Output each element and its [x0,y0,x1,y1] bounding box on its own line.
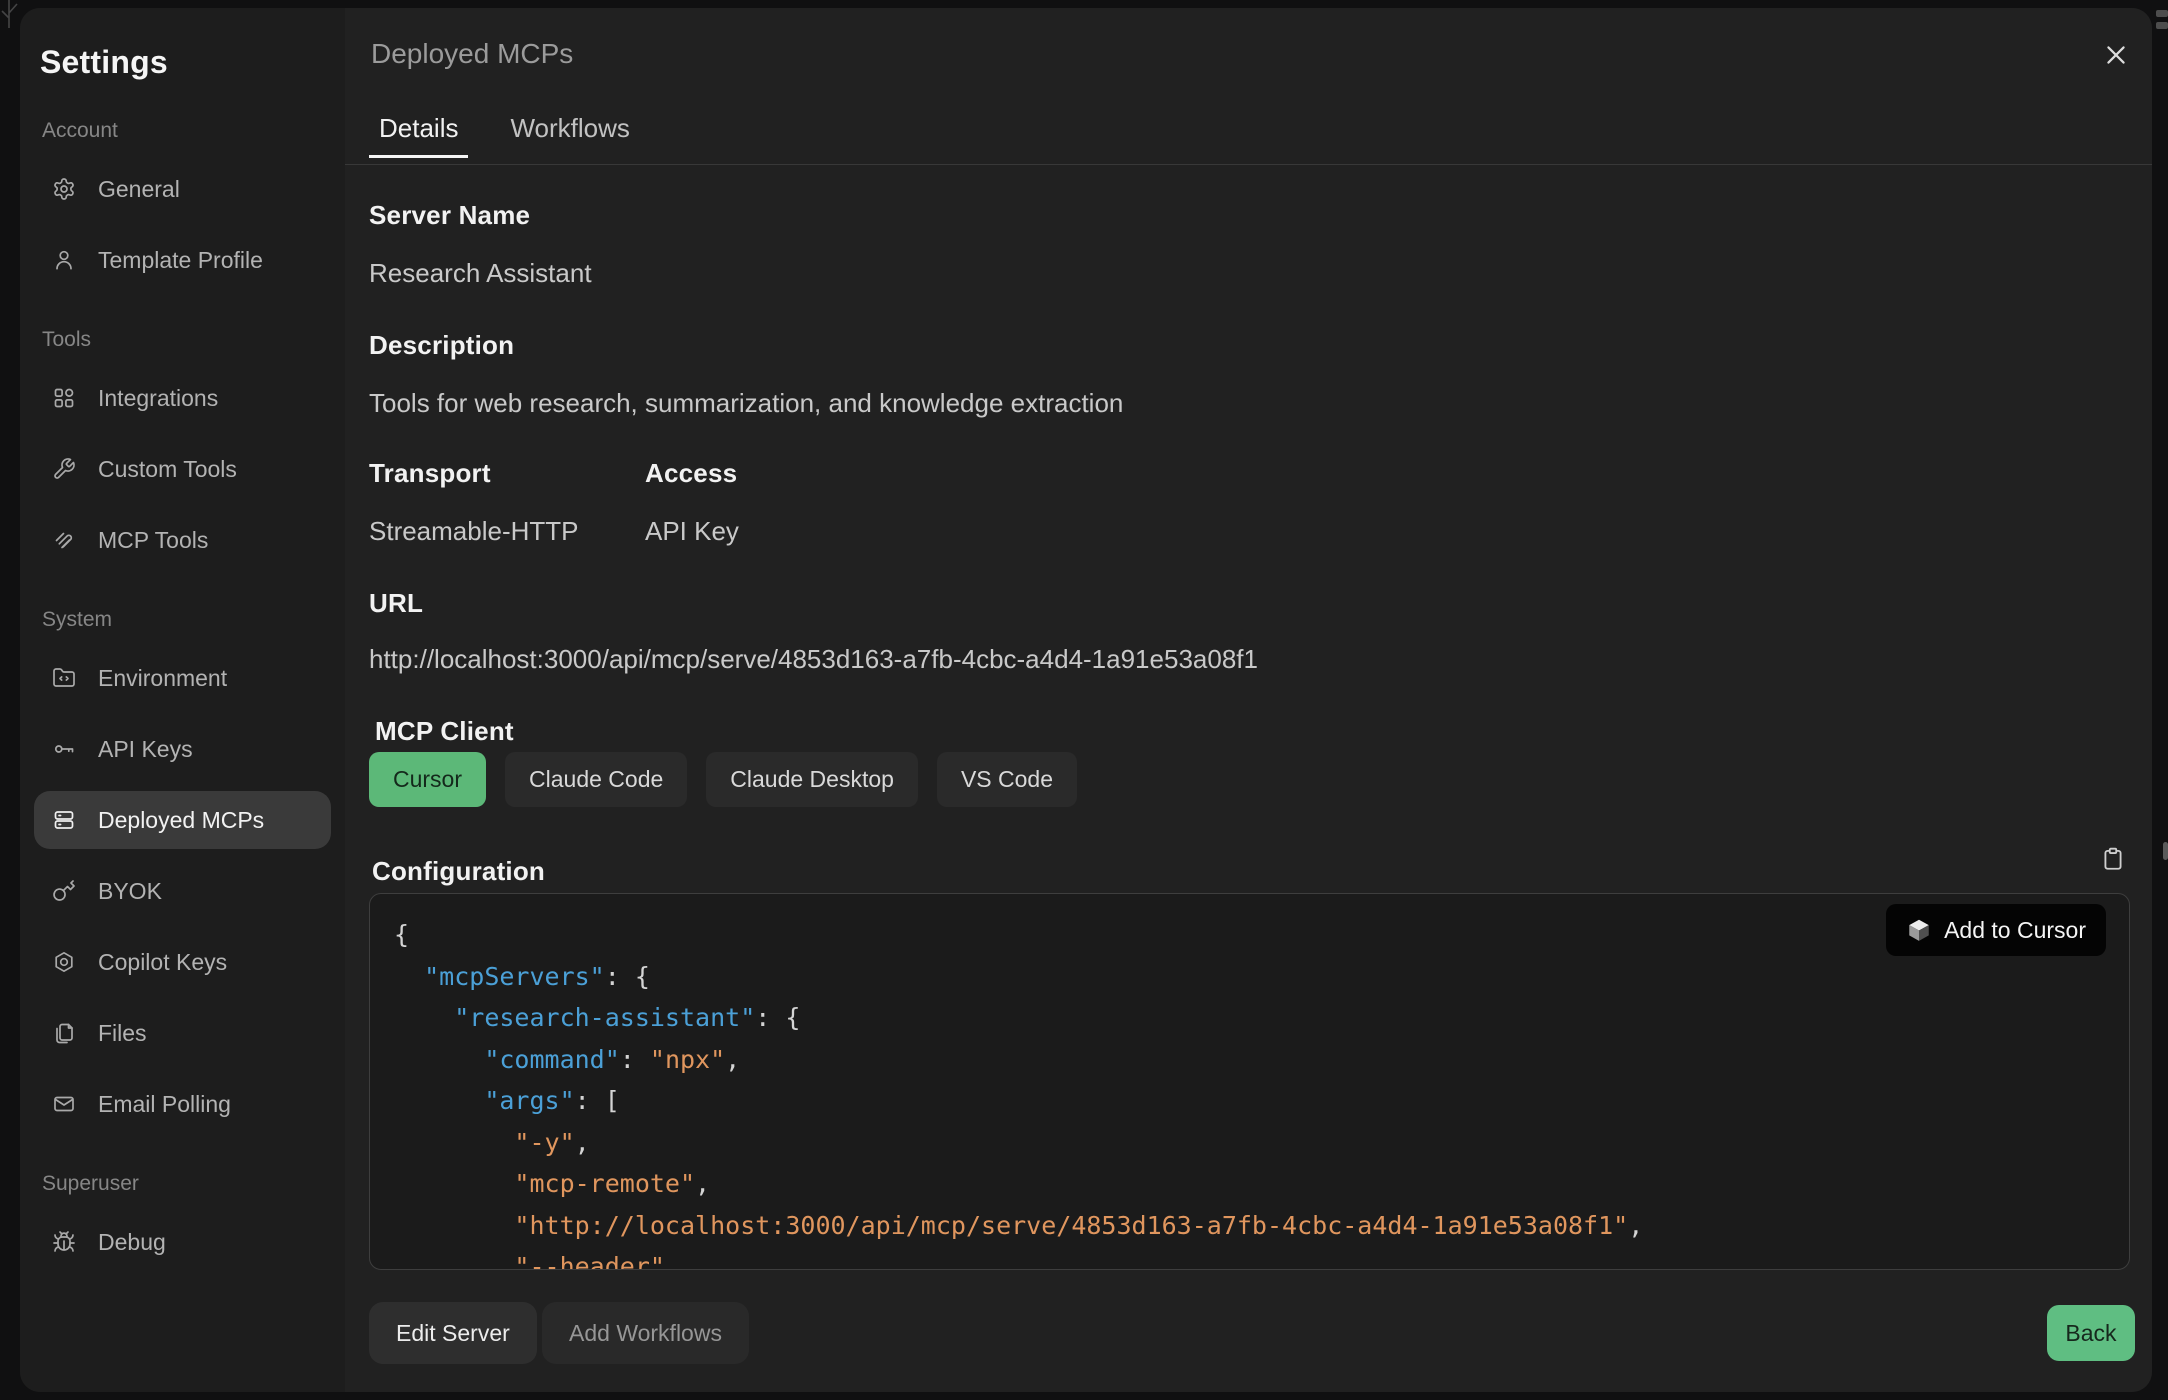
server-name-label: Server Name [369,200,530,231]
folder-code-icon [52,666,76,690]
sidebar-section-header: System [42,607,331,633]
sidebar-item-email-polling[interactable]: Email Polling [34,1075,331,1133]
tab-bar: Details Workflows [369,102,640,158]
deployed-mcps-panel: Deployed MCPs Details Workflows Server N… [345,8,2152,1392]
sidebar-item-label: General [98,176,180,203]
sidebar-item-label: Template Profile [98,247,263,274]
sidebar-item-files[interactable]: Files [34,1004,331,1062]
back-button[interactable]: Back [2047,1305,2135,1361]
add-to-cursor-button[interactable]: Add to Cursor [1886,904,2106,956]
transport-label: Transport [369,458,491,489]
background-text-bar [2156,10,2168,17]
url-label: URL [369,588,423,619]
tab-details[interactable]: Details [369,102,468,158]
screen: Settings Account General Template Profile T… [0,0,2168,1400]
sidebar-item-environment[interactable]: Environment [34,649,331,707]
cursor-cube-icon [1906,917,1932,943]
sidebar-item-label: MCP Tools [98,527,208,554]
sidebar-item-deployed-mcps[interactable]: Deployed MCPs [34,791,331,849]
sidebar-item-label: Integrations [98,385,218,412]
background-text-bar [2156,22,2168,29]
sidebar-item-template-profile[interactable]: Template Profile [34,231,331,289]
access-label: Access [645,458,737,489]
hexagon-badge-icon [52,950,76,974]
configuration-code: { "mcpServers": { "research-assistant": … [394,914,2105,1270]
mcp-client-options: Cursor Claude Code Claude Desktop VS Code [369,752,1077,807]
sidebar-item-debug[interactable]: Debug [34,1213,331,1271]
sidebar-item-mcp-tools[interactable]: MCP Tools [34,511,331,569]
sidebar-nav: Account General Template Profile Tools Integ… [34,118,331,1271]
sidebar-item-label: BYOK [98,878,162,905]
sidebar-item-copilot-keys[interactable]: Copilot Keys [34,933,331,991]
sidebar-item-label: Debug [98,1229,166,1256]
sidebar-item-label: Copilot Keys [98,949,227,976]
sidebar-item-label: Deployed MCPs [98,807,264,834]
access-value: API Key [645,516,739,547]
mcp-icon [52,528,76,552]
page-scrollbar-thumb[interactable] [2163,842,2168,860]
wrench-icon [52,457,76,481]
server-name-value: Research Assistant [369,258,592,289]
tab-workflows[interactable]: Workflows [500,102,639,158]
description-label: Description [369,330,514,361]
configuration-code-block: { "mcpServers": { "research-assistant": … [369,893,2130,1270]
sidebar-item-integrations[interactable]: Integrations [34,369,331,427]
header-divider [345,164,2152,165]
server-stack-icon [52,808,76,832]
key-icon [52,737,76,761]
configuration-label: Configuration [372,856,545,887]
mcp-client-option-vs-code[interactable]: VS Code [937,752,1077,807]
sidebar-section-header: Superuser [42,1171,331,1197]
sidebar-item-label: Custom Tools [98,456,237,483]
user-icon [52,248,76,272]
sidebar-section-header: Account [42,118,331,144]
bug-icon [52,1230,76,1254]
integrations-grid-icon [52,386,76,410]
sidebar-item-label: Files [98,1020,147,1047]
sidebar-item-custom-tools[interactable]: Custom Tools [34,440,331,498]
url-value: http://localhost:3000/api/mcp/serve/4853… [369,644,1258,675]
settings-title: Settings [40,42,331,82]
add-workflows-button[interactable]: Add Workflows [542,1302,749,1364]
key-diagonal-icon [52,879,76,903]
settings-dialog: Settings Account General Template Profile T… [20,8,2152,1392]
sidebar-item-label: Environment [98,665,227,692]
mcp-client-option-claude-desktop[interactable]: Claude Desktop [706,752,918,807]
settings-sidebar: Settings Account General Template Profile T… [20,8,345,1392]
edit-server-button[interactable]: Edit Server [369,1302,537,1364]
files-icon [52,1021,76,1045]
gear-icon [52,177,76,201]
sidebar-section-header: Tools [42,327,331,353]
close-icon[interactable] [2102,41,2130,69]
transport-value: Streamable-HTTP [369,516,579,547]
sidebar-item-label: Email Polling [98,1091,231,1118]
page-title: Deployed MCPs [371,38,573,70]
sidebar-item-general[interactable]: General [34,160,331,218]
description-value: Tools for web research, summarization, a… [369,388,1123,419]
copy-icon[interactable] [2100,846,2126,872]
mail-icon [52,1092,76,1116]
add-to-cursor-label: Add to Cursor [1944,917,2086,944]
mcp-client-option-cursor[interactable]: Cursor [369,752,486,807]
sidebar-item-api-keys[interactable]: API Keys [34,720,331,778]
mcp-client-label: MCP Client [375,716,514,747]
sidebar-item-byok[interactable]: BYOK [34,862,331,920]
mcp-client-option-claude-code[interactable]: Claude Code [505,752,687,807]
sidebar-item-label: API Keys [98,736,193,763]
